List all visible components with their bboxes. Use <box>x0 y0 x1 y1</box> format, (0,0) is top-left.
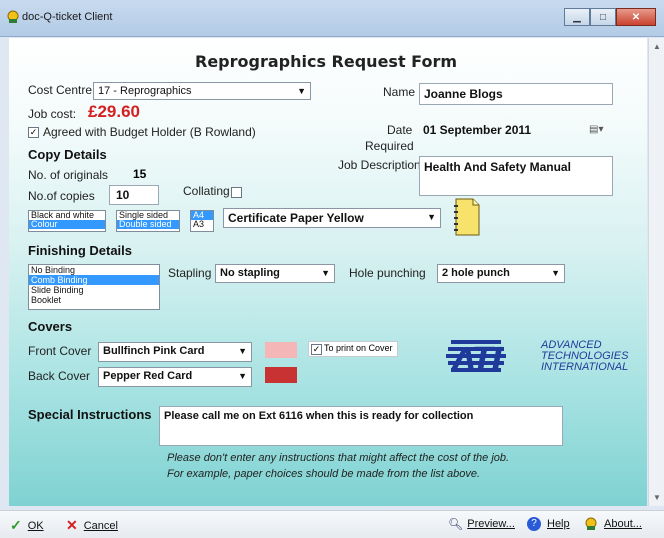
minimize-icon: ▁ <box>573 11 581 23</box>
date-value: 01 September 2011 <box>423 123 532 137</box>
ati-logo-text: ATI <box>453 342 503 377</box>
help-icon: ? <box>527 517 541 531</box>
front-cover-select[interactable]: Bullfinch Pink Card ▼ <box>98 342 252 362</box>
page-title: Reprographics Request Form <box>195 52 457 71</box>
cost-centre-value: 17 - Reprographics <box>98 85 192 97</box>
hole-punching-value: 2 hole punch <box>442 267 510 279</box>
job-cost-label: Job cost: <box>28 107 77 121</box>
list-item[interactable]: Colour <box>29 220 105 229</box>
title-bar: doc-Q-ticket Client ▁ □ ✕ <box>0 0 664 37</box>
chevron-down-icon: ▼ <box>297 86 306 96</box>
finishing-heading: Finishing Details <box>28 243 133 258</box>
copy-details-heading: Copy Details <box>28 147 107 162</box>
collating-label: Collating <box>183 184 230 198</box>
scroll-down-icon[interactable]: ▼ <box>653 493 661 502</box>
note-line-2: For example, paper choices should be mad… <box>167 468 481 480</box>
front-cover-value: Bullfinch Pink Card <box>103 345 205 357</box>
chevron-down-icon: ▼ <box>427 212 436 222</box>
ati-logo: ATI ADVANCED TECHNOLOGIES INTERNATIONAL <box>445 336 635 380</box>
notepad-icon <box>454 198 480 236</box>
front-cover-label: Front Cover <box>28 344 92 358</box>
close-icon: ✕ <box>631 11 641 23</box>
cost-centre-label: Cost Centre <box>28 83 93 97</box>
date-field[interactable]: 01 September 2011 <box>419 120 613 142</box>
list-item[interactable]: No Binding <box>29 265 159 275</box>
request-form: Reprographics Request Form Cost Centre 1… <box>9 38 647 506</box>
name-label: Name <box>383 85 416 99</box>
chevron-down-icon: ▼ <box>551 268 560 278</box>
about-button[interactable]: About... <box>584 517 642 531</box>
special-instructions-field[interactable]: Please call me on Ext 6116 when this is … <box>159 406 563 446</box>
agreed-label: Agreed with Budget Holder (B Rowland) <box>43 125 256 139</box>
maximize-icon: □ <box>599 11 607 23</box>
vertical-scrollbar[interactable]: ▲ ▼ <box>648 38 664 506</box>
close-button[interactable]: ✕ <box>616 8 656 26</box>
front-cover-swatch <box>265 342 297 358</box>
colour-listbox[interactable]: Black and white Colour <box>28 210 106 232</box>
chevron-down-icon: ▼ <box>321 268 330 278</box>
paper-type-value: Certificate Paper Yellow <box>228 211 364 225</box>
help-button[interactable]: ? Help <box>527 517 570 531</box>
name-field[interactable]: Joanne Blogs <box>419 83 613 105</box>
paper-size-listbox[interactable]: A4 A3 <box>190 210 214 232</box>
list-item[interactable]: Comb Binding <box>29 275 159 285</box>
list-item[interactable]: Booklet <box>29 295 159 305</box>
binding-listbox[interactable]: No Binding Comb Binding Slide Binding Bo… <box>28 264 160 310</box>
calendar-dropdown-icon[interactable]: ▤▾ <box>589 124 603 135</box>
collating-checkbox[interactable] <box>231 187 242 198</box>
cancel-button[interactable]: ✕ Cancel <box>66 517 118 534</box>
job-description-label: Job Description <box>338 158 421 172</box>
help-label: Help <box>547 518 570 530</box>
cross-icon: ✕ <box>66 517 78 533</box>
checkmark-icon: ✓ <box>10 517 22 533</box>
note-line-1: Please don't enter any instructions that… <box>167 452 510 464</box>
cost-centre-select[interactable]: 17 - Reprographics ▼ <box>93 82 311 100</box>
cancel-label: Cancel <box>83 519 118 532</box>
back-cover-swatch <box>265 367 297 383</box>
date-label: Date <box>387 123 413 137</box>
date-required-label: Required <box>365 139 414 153</box>
originals-value: 15 <box>133 167 147 181</box>
back-cover-value: Pepper Red Card <box>103 370 193 382</box>
hole-punching-label: Hole punching <box>349 266 426 280</box>
list-item[interactable]: A3 <box>191 220 213 229</box>
back-cover-label: Back Cover <box>28 369 91 383</box>
maximize-button[interactable]: □ <box>590 8 616 26</box>
chevron-down-icon: ▼ <box>238 346 247 356</box>
magnifier-icon: 🔍︎ <box>448 517 464 531</box>
special-instructions-heading: Special Instructions <box>28 407 152 422</box>
hole-punching-select[interactable]: 2 hole punch ▼ <box>437 264 565 283</box>
job-description-field[interactable]: Health And Safety Manual <box>419 156 613 196</box>
logo-line3: INTERNATIONAL <box>541 361 629 373</box>
covers-heading: Covers <box>28 319 73 334</box>
about-label: About... <box>604 518 642 530</box>
list-item[interactable]: Slide Binding <box>29 285 159 295</box>
paper-type-select[interactable]: Certificate Paper Yellow ▼ <box>223 208 441 228</box>
scroll-up-icon[interactable]: ▲ <box>653 42 661 51</box>
app-window: doc-Q-ticket Client ▁ □ ✕ Reprographics … <box>0 0 664 538</box>
copies-label: No.of copies <box>28 189 95 203</box>
bottom-toolbar: ✓ OK ✕ Cancel 🔍︎ Preview... ? Help About… <box>0 510 664 538</box>
back-cover-select[interactable]: Pepper Red Card ▼ <box>98 367 252 387</box>
ok-button[interactable]: ✓ OK <box>10 517 44 534</box>
stapling-select[interactable]: No stapling ▼ <box>215 264 335 283</box>
stapling-label: Stapling <box>168 266 212 280</box>
preview-label: Preview... <box>467 518 515 530</box>
chevron-down-icon: ▼ <box>238 371 247 381</box>
stapling-value: No stapling <box>220 267 280 279</box>
copies-field[interactable]: 10 <box>109 185 159 205</box>
app-logo-icon <box>7 10 19 23</box>
window-title: doc-Q-ticket Client <box>22 11 113 23</box>
sides-listbox[interactable]: Single sided Double sided <box>116 210 180 232</box>
about-icon <box>585 517 597 530</box>
originals-label: No. of originals <box>28 168 109 182</box>
minimize-button[interactable]: ▁ <box>564 8 590 26</box>
preview-button[interactable]: 🔍︎ Preview... <box>448 517 515 531</box>
agreed-checkbox[interactable]: ✓ <box>28 127 39 138</box>
print-on-cover-checkbox[interactable]: ✓ <box>311 344 322 355</box>
print-on-cover-label: To print on Cover <box>324 343 393 353</box>
list-item[interactable]: Double sided <box>117 220 179 229</box>
ok-label: OK <box>27 519 44 532</box>
job-cost-value: £29.60 <box>88 102 140 121</box>
